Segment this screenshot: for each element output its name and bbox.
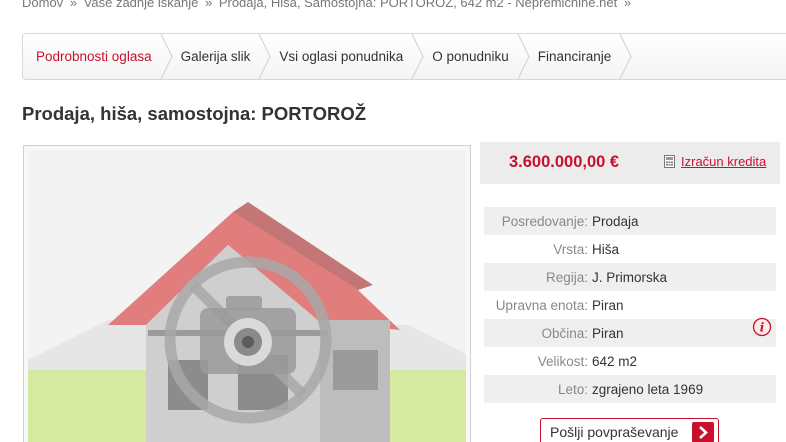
detail-label: Leto: — [557, 381, 588, 397]
price-box: 3.600.000,00 € Izračun kredita — [480, 142, 780, 184]
tab-divider-icon — [258, 34, 271, 79]
detail-value: Prodaja — [592, 213, 639, 229]
tab-divider-icon — [411, 34, 424, 79]
send-inquiry-label: Pošlji povpraševanje — [550, 424, 679, 440]
send-inquiry-button[interactable]: Pošlji povpraševanje — [540, 418, 719, 442]
detail-value: Hiša — [592, 241, 620, 257]
chevron-right-icon — [692, 422, 714, 442]
price: 3.600.000,00 € — [509, 153, 620, 171]
listing-photo[interactable] — [23, 145, 471, 442]
tab-divider-icon — [160, 34, 173, 79]
svg-text:i: i — [760, 321, 765, 335]
tab-vsi-oglasi-ponudnika[interactable]: Vsi oglasi ponudnika — [266, 34, 424, 79]
tab-label: Podrobnosti oglasa — [36, 49, 152, 64]
loan-calculator[interactable]: Izračun kredita — [664, 154, 766, 169]
breadcrumb-separator: » — [623, 0, 632, 10]
detail-row-upravna-enota: Upravna enota: Piran — [484, 291, 776, 319]
tab-divider-icon — [517, 34, 530, 79]
no-photo-placeholder-icon — [28, 202, 466, 442]
calculator-icon — [664, 155, 675, 168]
listing-details: Posredovanje: Prodaja Vrsta: Hiša Regija… — [484, 207, 776, 403]
listing-tabs: Podrobnosti oglasa Galerija slik Vsi ogl… — [22, 33, 786, 80]
detail-label: Vrsta: — [553, 241, 588, 257]
detail-label: Posredovanje: — [501, 213, 588, 229]
detail-value: 642 m2 — [592, 353, 638, 369]
detail-label: Občina: — [541, 325, 588, 341]
detail-value: Piran — [592, 325, 624, 341]
tab-label: Financiranje — [537, 49, 612, 64]
detail-row-posredovanje: Posredovanje: Prodaja — [484, 207, 776, 235]
detail-value: zgrajeno leta 1969 — [592, 381, 704, 397]
detail-label: Velikost: — [537, 353, 588, 369]
breadcrumb-separator: » — [204, 0, 213, 10]
breadcrumb: Domov » Vaše zadnje iskanje » Prodaja, H… — [22, 0, 634, 10]
breadcrumb-separator: » — [69, 0, 78, 10]
detail-row-leto: Leto: zgrajeno leta 1969 — [484, 375, 776, 403]
breadcrumb-home-link[interactable]: Domov — [22, 0, 63, 10]
loan-calculator-link[interactable]: Izračun kredita — [681, 154, 766, 169]
detail-label: Upravna enota: — [495, 297, 588, 313]
detail-label: Regija: — [545, 269, 588, 285]
breadcrumb-current: Prodaja, Hiša, Samostojna: PORTOROŽ, 642… — [218, 0, 618, 10]
tab-o-ponudniku[interactable]: O ponudniku — [419, 34, 530, 79]
detail-row-vrsta: Vrsta: Hiša — [484, 235, 776, 263]
tab-financiranje[interactable]: Financiranje — [525, 34, 632, 79]
tab-divider-icon — [619, 34, 632, 79]
tab-galerija-slik[interactable]: Galerija slik — [168, 34, 271, 79]
detail-value: J. Primorska — [592, 269, 668, 285]
tab-label: O ponudniku — [432, 49, 509, 64]
tab-label: Vsi oglasi ponudnika — [279, 49, 404, 64]
tab-podrobnosti-oglasa[interactable]: Podrobnosti oglasa — [23, 34, 173, 79]
info-icon[interactable]: i — [752, 317, 772, 337]
detail-value: Piran — [592, 297, 624, 313]
detail-row-obcina: Občina: Piran — [484, 319, 776, 347]
detail-row-regija: Regija: J. Primorska — [484, 263, 776, 291]
breadcrumb-last-search-link[interactable]: Vaše zadnje iskanje — [84, 0, 199, 10]
detail-row-velikost: Velikost: 642 m2 — [484, 347, 776, 375]
tab-label: Galerija slik — [180, 49, 251, 64]
page-title: Prodaja, hiša, samostojna: PORTOROŽ — [22, 103, 367, 124]
